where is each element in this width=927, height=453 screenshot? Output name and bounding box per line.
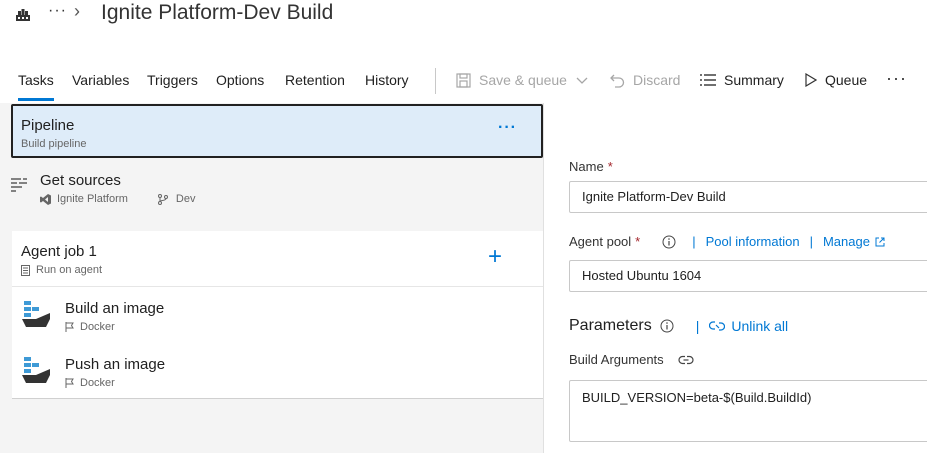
unlink-all-link[interactable]: Unlink all <box>731 318 788 334</box>
branch-icon <box>157 193 168 205</box>
repository-name: Ignite Platform <box>57 193 128 205</box>
agent-pool-label: Agent pool <box>569 234 632 249</box>
save-and-queue-label: Save & queue <box>479 72 567 88</box>
task-subtitle: Docker <box>80 321 115 333</box>
summary-button[interactable]: Summary <box>700 72 784 88</box>
queue-label: Queue <box>825 72 868 88</box>
flag-icon <box>65 378 74 388</box>
link-icon[interactable] <box>678 355 694 365</box>
breadcrumb-chevron-icon: › <box>74 1 80 21</box>
get-sources-meta: Ignite Platform Dev <box>40 193 195 205</box>
tab-bar: Tasks Variables Triggers Options Retenti… <box>0 62 927 102</box>
name-input[interactable]: Ignite Platform-Dev Build <box>569 181 927 213</box>
agent-job-card: Agent job 1 Run on agent + Build an imag… <box>12 231 543 399</box>
required-marker: * <box>635 234 641 249</box>
task-title: Build an image <box>65 300 165 317</box>
unlink-icon <box>709 321 726 331</box>
separator: | <box>809 234 813 249</box>
build-arguments-label-row: Build Arguments <box>569 352 694 367</box>
manage-link[interactable]: Manage <box>823 234 870 249</box>
undo-icon <box>610 74 625 88</box>
separator: | <box>692 234 696 249</box>
server-icon <box>21 264 30 276</box>
breadcrumb-more-button[interactable]: ··· <box>48 2 67 20</box>
task-build-an-image[interactable]: Build an image Docker <box>12 287 543 343</box>
summary-label: Summary <box>724 72 784 88</box>
agent-job-header[interactable]: Agent job 1 Run on agent + <box>12 231 543 287</box>
build-arguments-textarea[interactable]: BUILD_VERSION=beta-$(Build.BuildId) <box>569 380 927 442</box>
agent-job-subtitle: Run on agent <box>36 264 103 276</box>
agent-job-subtitle-row: Run on agent <box>21 264 102 276</box>
queue-button[interactable]: Queue <box>805 72 867 88</box>
task-title: Push an image <box>65 356 166 373</box>
open-external-icon <box>875 237 885 246</box>
pipeline-menu-button[interactable]: ··· <box>498 119 517 137</box>
pipeline-title: Pipeline <box>21 117 75 134</box>
save-and-queue-button[interactable]: Save & queue <box>456 72 588 88</box>
discard-label: Discard <box>633 72 681 88</box>
chevron-down-icon <box>576 77 588 84</box>
toolbar-divider <box>435 68 436 94</box>
info-icon[interactable] <box>662 235 676 249</box>
active-tab-indicator <box>18 98 54 101</box>
discard-button[interactable]: Discard <box>610 72 680 88</box>
save-icon <box>456 72 471 88</box>
pipeline-item[interactable]: Pipeline Build pipeline ··· <box>11 104 543 158</box>
play-icon <box>805 73 817 87</box>
tab-history[interactable]: History <box>365 72 409 88</box>
build-arguments-label: Build Arguments <box>569 352 664 367</box>
name-label: Name * <box>569 159 613 174</box>
add-task-button[interactable]: + <box>488 245 502 269</box>
branch-name: Dev <box>175 193 196 205</box>
details-pane: Name * Ignite Platform-Dev Build Agent p… <box>545 103 927 453</box>
tab-triggers[interactable]: Triggers <box>147 72 198 88</box>
parameters-title: Parameters <box>569 317 652 334</box>
visual-studio-icon <box>40 193 51 205</box>
page-title: Ignite Platform-Dev Build <box>101 1 334 24</box>
get-sources-item[interactable]: Get sources Ignite Platform Dev <box>0 163 544 223</box>
info-icon[interactable] <box>660 319 674 333</box>
get-sources-icon <box>11 178 27 192</box>
parameters-header: Parameters | Unlink all <box>569 317 788 335</box>
get-sources-title: Get sources <box>40 172 121 189</box>
list-icon <box>700 74 716 86</box>
tab-tasks[interactable]: Tasks <box>18 72 54 88</box>
agent-job-title: Agent job 1 <box>21 243 97 260</box>
task-push-an-image[interactable]: Push an image Docker <box>12 343 543 399</box>
tab-retention[interactable]: Retention <box>285 72 345 88</box>
build-pipeline-icon[interactable] <box>14 6 32 24</box>
required-marker: * <box>607 159 613 174</box>
task-subtitle-row: Docker <box>65 321 115 333</box>
task-subtitle-row: Docker <box>65 377 115 389</box>
agent-pool-select[interactable]: Hosted Ubuntu 1604 <box>569 260 927 292</box>
separator: | <box>695 318 700 334</box>
pipeline-subtitle: Build pipeline <box>21 138 87 150</box>
agent-pool-label-row: Agent pool * | Pool information | Manage <box>569 234 885 249</box>
docker-icon <box>22 357 50 383</box>
more-actions-button[interactable]: ··· <box>886 68 907 89</box>
tab-options[interactable]: Options <box>216 72 264 88</box>
pool-information-link[interactable]: Pool information <box>706 234 800 249</box>
task-list-pane: Pipeline Build pipeline ··· Get sources … <box>0 103 544 453</box>
name-label-text: Name <box>569 159 604 174</box>
flag-icon <box>65 322 74 332</box>
tab-variables[interactable]: Variables <box>72 72 129 88</box>
task-subtitle: Docker <box>80 377 115 389</box>
top-bar: ··· › Ignite Platform-Dev Build <box>0 0 927 40</box>
docker-icon <box>22 301 50 327</box>
